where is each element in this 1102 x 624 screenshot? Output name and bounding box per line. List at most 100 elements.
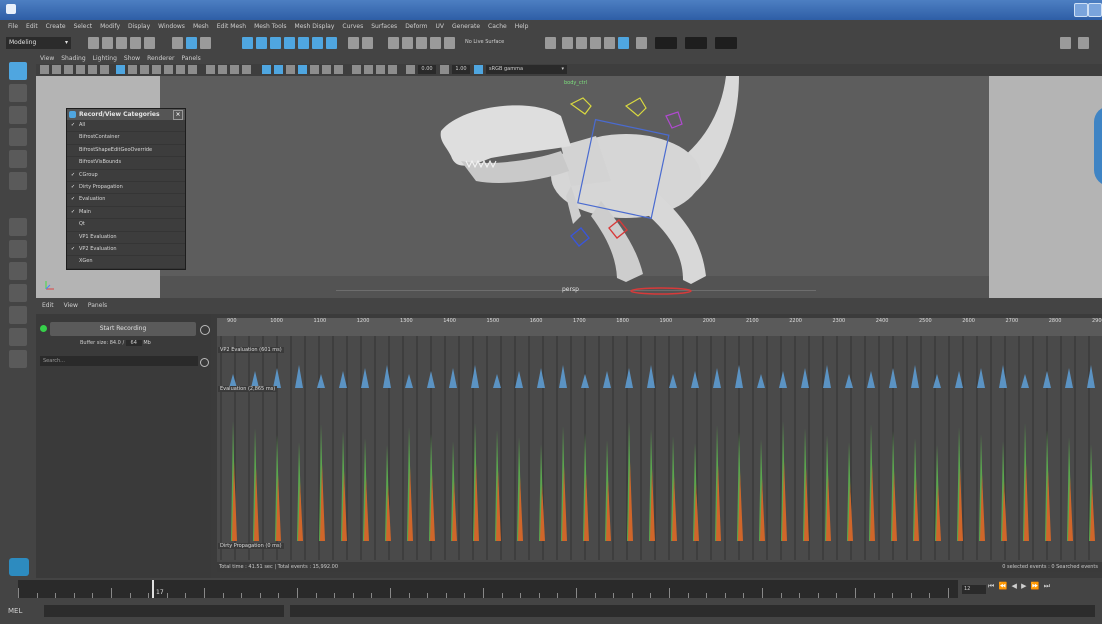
gamma-icon[interactable] (440, 65, 449, 74)
minimize-button[interactable] (1074, 3, 1088, 17)
buffer-size-field[interactable]: 64 (125, 340, 142, 346)
resolution-gate-icon[interactable] (140, 65, 149, 74)
color-space-dropdown[interactable]: sRGB gamma ▾ (486, 65, 567, 74)
snap-grid-icon[interactable] (242, 37, 253, 49)
anti-aliasing-icon[interactable] (322, 65, 331, 74)
field-c[interactable] (715, 37, 737, 49)
category-item[interactable]: ✓ VP2 Evaluation (67, 244, 185, 257)
scale-tool-icon[interactable] (9, 172, 27, 190)
open-scene-icon[interactable] (102, 37, 113, 49)
grease-pencil-icon[interactable] (100, 65, 109, 74)
select-object-icon[interactable] (186, 37, 197, 49)
close-button[interactable] (1088, 3, 1102, 17)
attribute-editor-icon[interactable] (576, 37, 587, 49)
outliner-icon[interactable] (618, 37, 629, 49)
start-recording-button[interactable]: Start Recording (50, 322, 196, 336)
gate-mask-icon[interactable] (152, 65, 161, 74)
profiler-menu-edit[interactable]: Edit (42, 302, 54, 309)
field-a[interactable] (655, 37, 677, 49)
render-view-icon[interactable] (444, 37, 455, 49)
menu-generate[interactable]: Generate (452, 23, 480, 30)
motion-blur-icon[interactable] (310, 65, 319, 74)
menu-create[interactable]: Create (46, 23, 66, 30)
panel-menu-panels[interactable]: Panels (181, 55, 200, 62)
checkmark-icon[interactable]: ✓ (70, 120, 76, 131)
panel-menu-show[interactable]: Show (124, 55, 140, 62)
menu-edit[interactable]: Edit (26, 23, 38, 30)
category-item[interactable]: ✓ Evaluation (67, 194, 185, 207)
use-all-lights-icon[interactable] (274, 65, 283, 74)
save-scene-icon[interactable] (116, 37, 127, 49)
select-hierarchy-icon[interactable] (172, 37, 183, 49)
perspective-viewport[interactable]: body_ctrl persp (36, 76, 1102, 298)
checkmark-icon[interactable]: ✓ (70, 207, 76, 218)
hypershade-icon[interactable] (430, 37, 441, 49)
safe-title-icon[interactable] (188, 65, 197, 74)
step-forward-key-icon[interactable]: ⏩ (1031, 582, 1041, 590)
current-frame-indicator[interactable] (152, 580, 154, 598)
sidebar-toggle-icon[interactable] (545, 37, 556, 49)
command-input[interactable] (44, 605, 284, 617)
color-management-icon[interactable] (474, 65, 483, 74)
menu-surfaces[interactable]: Surfaces (371, 23, 397, 30)
snap-point-icon[interactable] (270, 37, 281, 49)
wireframe-on-shaded-icon[interactable] (242, 65, 251, 74)
settings-gear-icon[interactable] (200, 325, 210, 335)
search-settings-icon[interactable] (200, 358, 209, 367)
four-pane-icon[interactable] (9, 240, 27, 258)
2d-pan-icon[interactable] (88, 65, 97, 74)
bookmark-icon[interactable] (64, 65, 73, 74)
tool-settings-icon[interactable] (590, 37, 601, 49)
category-item[interactable]: BifrostContainer (67, 132, 185, 145)
category-item[interactable]: VP1 Evaluation (67, 232, 185, 244)
workspace-dropdown[interactable]: Modeling ▾ (6, 37, 71, 49)
smooth-shade-icon[interactable] (218, 65, 227, 74)
menu-mesh-display[interactable]: Mesh Display (295, 23, 335, 30)
panel-menu-view[interactable]: View (40, 55, 54, 62)
ambient-occlusion-icon[interactable] (298, 65, 307, 74)
single-pane-icon[interactable] (9, 218, 27, 236)
film-gate-icon[interactable] (128, 65, 137, 74)
rotate-tool-icon[interactable] (9, 150, 27, 168)
menu-mesh[interactable]: Mesh (193, 23, 209, 30)
image-plane-icon[interactable] (76, 65, 85, 74)
trex-model[interactable] (421, 76, 751, 296)
category-item[interactable]: XGen (67, 256, 185, 269)
go-to-end-icon[interactable]: ⏭ (1044, 582, 1051, 590)
category-item[interactable]: ✓ All (67, 120, 185, 133)
command-language-label[interactable]: MEL (8, 600, 22, 622)
menu-display[interactable]: Display (128, 23, 150, 30)
hypershade-pane-icon[interactable] (9, 350, 27, 368)
checkmark-icon[interactable]: ✓ (70, 194, 76, 205)
channel-box-icon[interactable] (604, 37, 615, 49)
checkmark-icon[interactable]: ✓ (70, 182, 76, 193)
panel-menu-shading[interactable]: Shading (61, 55, 85, 62)
wireframe-icon[interactable] (206, 65, 215, 74)
modeling-toolkit-icon[interactable] (562, 37, 573, 49)
category-item[interactable]: ✓ Dirty Propagation (67, 182, 185, 195)
lock-icon[interactable] (348, 37, 359, 49)
category-item[interactable]: BifrostVisBounds (67, 157, 185, 170)
view-cube-icon[interactable] (1094, 106, 1102, 186)
end-frame-field[interactable]: 12 (962, 585, 986, 594)
checkmark-icon[interactable]: ✓ (70, 244, 76, 255)
profiler-menu-panels[interactable]: Panels (88, 302, 107, 309)
paint-select-icon[interactable] (9, 106, 27, 124)
outliner-pane-icon[interactable] (9, 284, 27, 302)
menu-select[interactable]: Select (74, 23, 93, 30)
render-settings-icon[interactable] (416, 37, 427, 49)
workspace-icon[interactable] (1060, 37, 1071, 49)
lasso-tool-icon[interactable] (9, 84, 27, 102)
menu-modify[interactable]: Modify (100, 23, 120, 30)
step-back-key-icon[interactable]: ⏪ (999, 582, 1009, 590)
menu-mesh-tools[interactable]: Mesh Tools (254, 23, 286, 30)
menu-curves[interactable]: Curves (342, 23, 363, 30)
exposure-icon[interactable] (406, 65, 415, 74)
search-input[interactable]: Search... (40, 356, 198, 366)
menu-edit-mesh[interactable]: Edit Mesh (217, 23, 246, 30)
play-forward-icon[interactable]: ▶ (1021, 582, 1027, 590)
select-component-icon[interactable] (200, 37, 211, 49)
grid-toggle-icon[interactable] (116, 65, 125, 74)
graph-pane-icon[interactable] (9, 306, 27, 324)
menu-file[interactable]: File (8, 23, 18, 30)
